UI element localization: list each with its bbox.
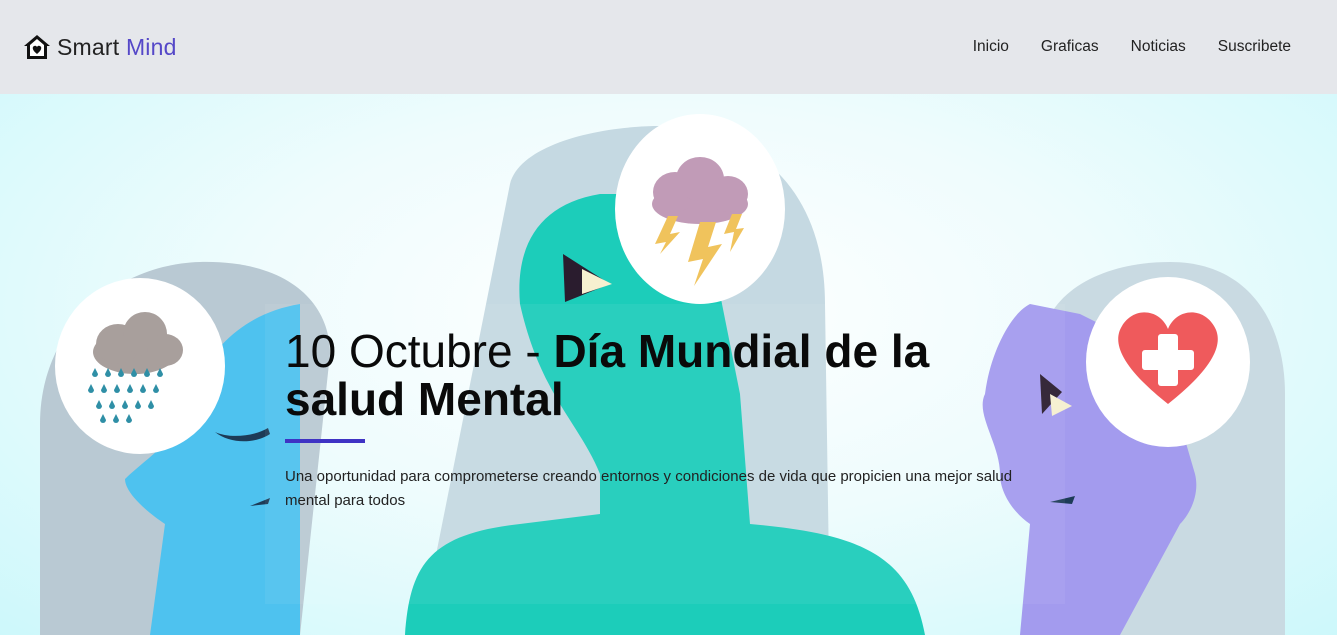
brand-name-part2: Mind (125, 33, 177, 60)
nav-link-inicio[interactable]: Inicio (973, 38, 1009, 56)
navbar: Smart Mind Inicio Graficas Noticias Susc… (0, 0, 1337, 94)
brand-name-part1: Smart (57, 33, 120, 60)
hero-title: 10 Octubre - Día Mundial de la salud Men… (285, 327, 1045, 423)
nav-link-suscribete[interactable]: Suscribete (1218, 38, 1291, 56)
house-heart-icon (24, 35, 50, 59)
hero-title-bold-line1: Día Mundial de la (553, 325, 930, 377)
title-divider (285, 439, 365, 443)
hero-section: 10 Octubre - Día Mundial de la salud Men… (0, 94, 1337, 635)
hero-title-bold-line2: salud Mental (285, 373, 564, 425)
hero-description: Una oportunidad para comprometerse crean… (285, 468, 1013, 509)
hero-title-date: 10 Octubre - (285, 325, 554, 377)
brand-logo[interactable]: Smart Mind (23, 33, 177, 61)
nav-link-graficas[interactable]: Graficas (1041, 38, 1099, 56)
brand-name: Smart Mind (57, 34, 177, 61)
nav-link-noticias[interactable]: Noticias (1131, 38, 1186, 56)
main-nav: Inicio Graficas Noticias Suscribete (973, 38, 1291, 56)
